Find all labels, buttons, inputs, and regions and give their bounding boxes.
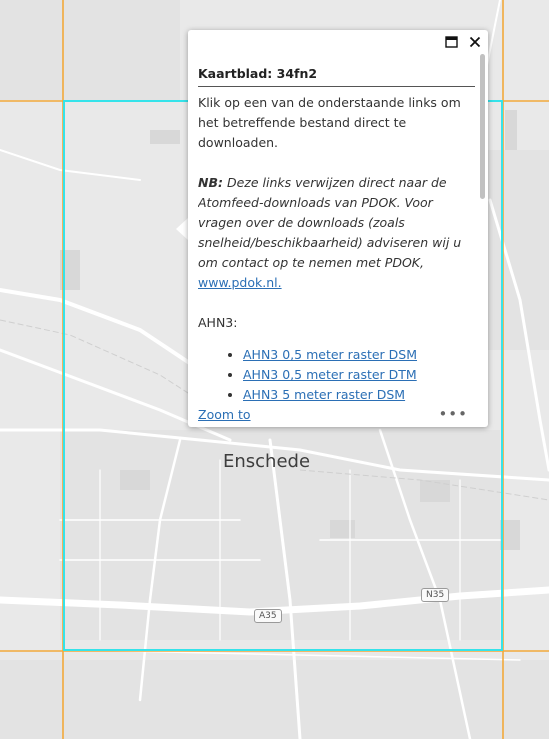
section-title: AHN3: (198, 315, 238, 330)
info-popup: Kaartblad: 34fn2 Klik op een van de onde… (188, 30, 488, 427)
popup-note: NB: Deze links verwijzen direct naar de … (198, 173, 475, 293)
download-link-dsm-05[interactable]: AHN3 0,5 meter raster DSM (243, 347, 417, 362)
more-icon[interactable]: ••• (438, 405, 468, 423)
list-item: AHN3 0,5 meter raster DTM (243, 365, 475, 385)
popup-pointer (176, 218, 188, 240)
popup-title: Kaartblad: 34fn2 (198, 64, 475, 87)
pdok-link[interactable]: www.pdok.nl. (198, 275, 282, 290)
note-label: NB: (198, 175, 223, 190)
popup-intro: Klik op een van de onderstaande links om… (198, 95, 461, 150)
download-link-dsm-5[interactable]: AHN3 5 meter raster DSM (243, 387, 405, 402)
road-label-a35: A35 (254, 609, 282, 623)
list-item: AHN3 5 meter raster DSM (243, 385, 475, 404)
maximize-icon[interactable] (442, 33, 460, 51)
close-icon[interactable] (466, 33, 484, 51)
scroll-thumb[interactable] (480, 54, 485, 199)
download-list: AHN3 0,5 meter raster DSM AHN3 0,5 meter… (198, 345, 475, 404)
list-item: AHN3 0,5 meter raster DSM (243, 345, 475, 365)
popup-footer: Zoom to ••• (198, 405, 478, 423)
popup-scrollbar[interactable] (479, 54, 486, 404)
download-link-dtm-05[interactable]: AHN3 0,5 meter raster DTM (243, 367, 417, 382)
popup-content[interactable]: Kaartblad: 34fn2 Klik op een van de onde… (198, 64, 475, 404)
road-label-n35: N35 (421, 588, 450, 602)
zoom-to-link[interactable]: Zoom to (198, 407, 251, 422)
note-text: Deze links verwijzen direct naar de Atom… (198, 175, 462, 270)
